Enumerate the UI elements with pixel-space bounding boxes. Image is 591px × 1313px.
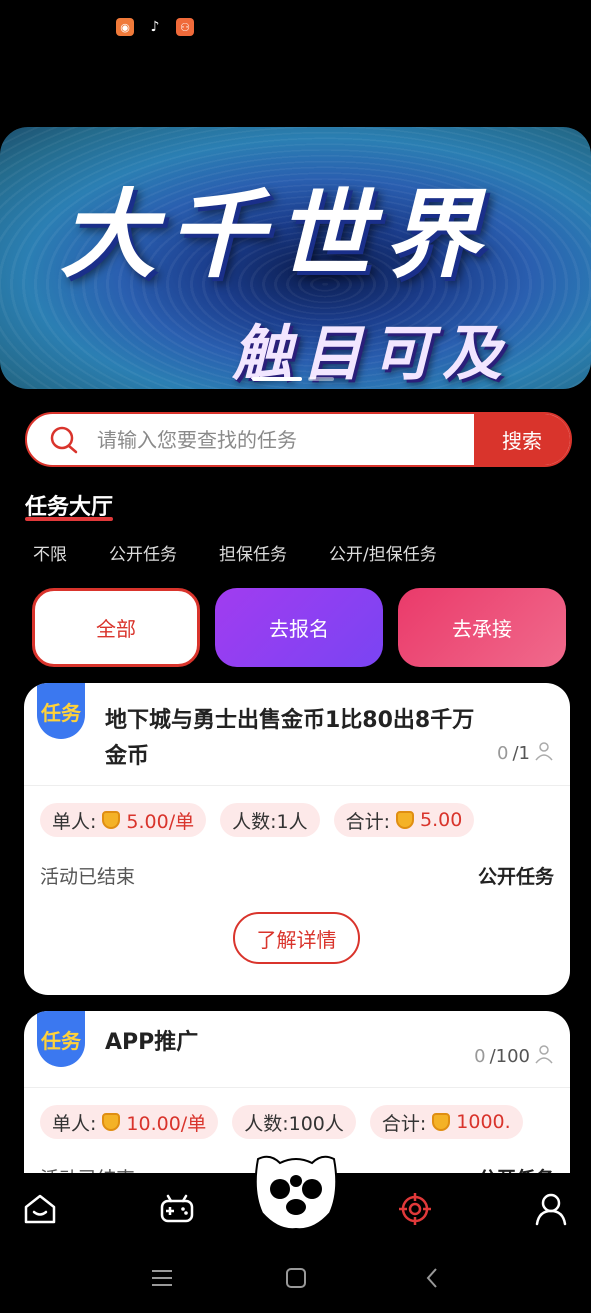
task-count-done: 0 — [474, 1046, 486, 1067]
status-bar: ◉ ♪ ⚇ — [116, 18, 194, 36]
app-orange-icon: ◉ — [116, 18, 134, 36]
carousel-dot[interactable] — [308, 377, 334, 381]
divider — [24, 785, 570, 786]
divider — [24, 1087, 570, 1088]
unit-price-label: 单人: — [52, 810, 97, 833]
task-count-done: 0 — [497, 743, 509, 764]
coin-icon — [102, 811, 121, 829]
home-icon[interactable] — [20, 1189, 60, 1229]
carousel-dot-active[interactable] — [252, 377, 302, 381]
task-card[interactable]: 任务 地下城与勇士出售金币1比80出8千万金币 0/1 单人: 5.00/单 人数… — [24, 683, 570, 995]
total-chip: 合计: 1000. — [369, 1105, 523, 1139]
filter-tab-all[interactable]: 不限 — [33, 540, 67, 565]
total-label: 合计: — [381, 1112, 427, 1135]
accept-button[interactable]: 去承接 — [398, 588, 566, 667]
filter-tab-public-guarantee[interactable]: 公开/担保任务 — [329, 540, 437, 565]
filter-tab-public[interactable]: 公开任务 — [109, 540, 177, 565]
task-type: 公开任务 — [477, 866, 554, 888]
people-chip: 人数:100人 — [232, 1105, 356, 1139]
coin-icon — [396, 811, 415, 829]
gamepad-icon[interactable] — [157, 1189, 197, 1229]
all-button[interactable]: 全部 — [32, 588, 200, 667]
total-chip: 合计: 5.00 — [333, 803, 475, 837]
bottom-nav — [0, 1155, 591, 1243]
target-icon[interactable] — [395, 1189, 435, 1229]
kuaishou-icon: ⚇ — [176, 18, 194, 36]
search-input[interactable] — [97, 427, 474, 452]
user-icon[interactable] — [531, 1189, 571, 1229]
tiktok-icon: ♪ — [150, 19, 160, 35]
total-label: 合计: — [345, 810, 391, 833]
search-icon — [49, 425, 79, 455]
back-icon[interactable] — [420, 1265, 446, 1291]
unit-price-label: 单人: — [52, 1112, 97, 1135]
task-count-total: /1 — [512, 743, 530, 764]
menu-icon[interactable] — [149, 1265, 175, 1291]
detail-button[interactable]: 了解详情 — [233, 912, 360, 964]
filter-tab-guarantee[interactable]: 担保任务 — [219, 540, 287, 565]
filter-tabs: 不限 公开任务 担保任务 公开/担保任务 — [33, 540, 479, 565]
signup-button[interactable]: 去报名 — [215, 588, 383, 667]
task-count: 0/100 — [474, 1044, 554, 1069]
mascot-icon[interactable] — [250, 1151, 342, 1231]
user-icon — [534, 741, 554, 766]
unit-price-value: 5.00/单 — [126, 810, 195, 833]
banner-title: 大千世界 — [60, 178, 492, 291]
task-badge: 任务 — [37, 1011, 85, 1067]
task-status: 活动已结束 — [40, 866, 136, 888]
search-bar: 搜索 — [25, 412, 572, 467]
banner-carousel[interactable]: 大千世界 触目可及 — [0, 127, 591, 389]
task-badge: 任务 — [37, 683, 85, 739]
task-chips: 单人: 10.00/单 人数:100人 合计: 1000. — [40, 1105, 523, 1139]
unit-price-value: 10.00/单 — [126, 1112, 207, 1135]
unit-price-chip: 单人: 10.00/单 — [40, 1105, 219, 1139]
unit-price-chip: 单人: 5.00/单 — [40, 803, 207, 837]
total-value: 1000. — [456, 1111, 511, 1133]
coin-icon — [432, 1113, 451, 1131]
system-nav — [0, 1243, 591, 1313]
task-title: 地下城与勇士出售金币1比80出8千万金币 — [105, 708, 475, 769]
coin-icon — [102, 1113, 121, 1131]
carousel-indicator — [252, 377, 334, 381]
search-button[interactable]: 搜索 — [474, 414, 570, 465]
home-square-icon[interactable] — [283, 1265, 309, 1291]
action-buttons: 全部 去报名 去承接 — [32, 588, 566, 667]
task-title: APP推广 — [105, 1030, 199, 1055]
user-icon — [534, 1044, 554, 1069]
section-underline — [25, 517, 113, 521]
task-count: 0/1 — [497, 741, 554, 766]
task-chips: 单人: 5.00/单 人数:1人 合计: 5.00 — [40, 803, 475, 837]
task-count-total: /100 — [489, 1046, 530, 1067]
total-value: 5.00 — [420, 809, 463, 831]
people-chip: 人数:1人 — [220, 803, 320, 837]
